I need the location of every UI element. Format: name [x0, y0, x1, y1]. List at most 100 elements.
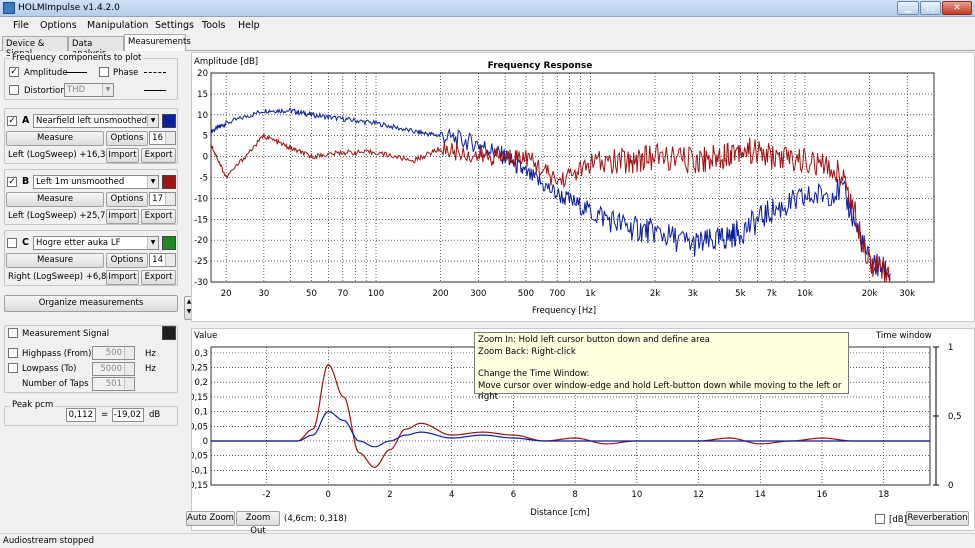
measurement-b-color[interactable]: [162, 175, 176, 189]
measurement-c-select[interactable]: Hogre etter auka LF ▼: [33, 236, 159, 250]
freq-ytick-label: 15: [197, 90, 208, 100]
auto-zoom-button[interactable]: Auto Zoom: [186, 511, 235, 526]
measurement-c-export-button[interactable]: Export: [141, 270, 176, 285]
measurement-signal-label: Measurement Signal: [22, 329, 110, 339]
measurement-signal-color[interactable]: [162, 326, 176, 340]
time-xtick-label: 4: [449, 490, 454, 500]
freq-xtick-label: 5k: [735, 289, 745, 299]
freq-xtick-label: 300: [470, 289, 486, 299]
measurement-a-color[interactable]: [162, 114, 176, 128]
phase-label: Phase: [113, 68, 139, 78]
measurement-c-smoothing[interactable]: 14: [149, 253, 176, 267]
measurement-a-info: Left (LogSweep) +16,3dB: [8, 150, 117, 160]
taps-input[interactable]: 501: [92, 377, 135, 391]
freq-ytick-label: -25: [194, 257, 208, 267]
lowpass-checkbox[interactable]: [8, 363, 18, 373]
peak-db-value: -19,02: [112, 408, 144, 422]
peak-db-unit: dB: [149, 410, 161, 420]
highpass-unit: Hz: [145, 349, 156, 359]
spinner-arrows-icon: [124, 363, 134, 375]
freq-xtick-label: 70: [337, 289, 348, 299]
freq-ytick-label: -30: [194, 278, 208, 288]
measurement-b-letter: B: [22, 176, 30, 187]
menu-file[interactable]: File: [13, 20, 29, 31]
tooltip-line-1: Zoom In: Hold left cursor button down an…: [478, 335, 710, 345]
measurement-b-import-button[interactable]: Import: [106, 209, 139, 224]
amplitude-checkbox[interactable]: ✓: [9, 67, 19, 77]
window-title: HOLMImpulse v1.4.2.0: [18, 3, 120, 13]
freq-xtick-label: 30: [258, 289, 269, 299]
menu-bar: File Options Manipulation Settings Tools…: [0, 17, 975, 34]
measurement-b-options-button[interactable]: Options: [106, 192, 148, 207]
measurement-a-export-button[interactable]: Export: [141, 148, 176, 163]
menu-settings[interactable]: Settings: [155, 20, 194, 31]
freq-xtick-label: 2k: [650, 289, 660, 299]
measurement-c-import-button[interactable]: Import: [106, 270, 139, 285]
time-xtick-label: 8: [572, 490, 577, 500]
freq-xtick-label: 3k: [688, 289, 698, 299]
highpass-checkbox[interactable]: [8, 348, 18, 358]
lowpass-input[interactable]: 5000: [92, 362, 135, 376]
measurement-signal-checkbox[interactable]: [8, 328, 18, 338]
chevron-down-icon: ▼: [147, 176, 158, 188]
phase-line-sample: [144, 72, 166, 73]
time-chart-ylabel: Value: [194, 331, 217, 341]
freq-xtick-label: 1k: [585, 289, 595, 299]
phase-checkbox[interactable]: [99, 67, 109, 77]
tab-data-analysis[interactable]: Data analysis: [68, 36, 124, 59]
time-xtick-label: 10: [631, 490, 642, 500]
organize-measurements-button[interactable]: Organize measurements: [4, 295, 178, 312]
measurement-a-measure-button[interactable]: Measure: [6, 131, 104, 146]
time-chart-xlabel: Distance [cm]: [530, 508, 589, 518]
tab-measurements[interactable]: Measurements: [124, 34, 191, 51]
measurement-b-smoothing[interactable]: 17: [149, 192, 176, 206]
time-ytick-label: 0,2: [194, 378, 208, 388]
measurement-b-checkbox[interactable]: ✓: [7, 177, 17, 187]
freq-ytick-label: -15: [194, 215, 208, 225]
zoom-out-button[interactable]: Zoom Out: [236, 511, 280, 536]
measurement-c-color[interactable]: [162, 236, 176, 250]
time-ytick-label: -0,1: [192, 466, 208, 476]
measurement-c-options-button[interactable]: Options: [106, 253, 148, 268]
close-button[interactable]: ✕: [942, 1, 972, 15]
measurement-b-measure-button[interactable]: Measure: [6, 192, 104, 207]
freq-xtick-label: 20: [221, 289, 232, 299]
minimize-button[interactable]: ▁: [897, 1, 919, 15]
spinner-arrows-icon: [165, 132, 175, 144]
distortion-type-select[interactable]: THD ▼: [64, 83, 114, 97]
distortion-checkbox[interactable]: [9, 85, 19, 95]
time-xtick-label: 12: [693, 490, 704, 500]
lowpass-label: Lowpass (To): [22, 364, 77, 374]
measurement-a-smoothing[interactable]: 16: [149, 131, 176, 145]
tab-device-signal[interactable]: Device & Signal: [2, 36, 68, 59]
frequency-response-chart[interactable]: Amplitude [dB] Frequency Response Freque…: [192, 53, 974, 321]
db-checkbox[interactable]: [875, 514, 885, 524]
chevron-down-icon: ▼: [147, 237, 158, 249]
menu-options[interactable]: Options: [40, 20, 77, 31]
freq-ytick-label: -5: [200, 174, 208, 184]
measurement-a-options-button[interactable]: Options: [106, 131, 148, 146]
measurement-b-export-button[interactable]: Export: [141, 209, 176, 224]
status-bar: Audiostream stopped: [0, 533, 975, 548]
measurement-a-import-button[interactable]: Import: [106, 148, 139, 163]
time-xtick-label: 6: [511, 490, 516, 500]
time-ytick-label: -0,05: [192, 452, 208, 462]
menu-help[interactable]: Help: [238, 20, 260, 31]
time-ytick-label: 0,1: [194, 408, 208, 418]
time-window-tick-label: 1: [948, 343, 953, 353]
measurement-a-select[interactable]: Nearfield left unsmoothed ▼: [33, 114, 159, 128]
measurement-c-checkbox[interactable]: [7, 238, 17, 248]
freq-ytick-label: 0: [203, 153, 208, 163]
reverberation-button[interactable]: Reverberation: [906, 511, 969, 526]
lowpass-unit: Hz: [145, 364, 156, 374]
freq-components-title: Frequency components to plot: [10, 53, 144, 63]
maximize-button[interactable]: □: [920, 1, 941, 15]
time-ytick-label: 0,3: [194, 349, 208, 359]
measurement-a-checkbox[interactable]: ✓: [7, 116, 17, 126]
measurement-c-measure-button[interactable]: Measure: [6, 253, 104, 268]
measurement-b-select[interactable]: Left 1m unsmoothed ▼: [33, 175, 159, 189]
menu-manipulation[interactable]: Manipulation: [87, 20, 148, 31]
highpass-input[interactable]: 500: [92, 346, 135, 360]
menu-tools[interactable]: Tools: [202, 20, 225, 31]
time-ytick-label: -0,15: [192, 481, 208, 491]
